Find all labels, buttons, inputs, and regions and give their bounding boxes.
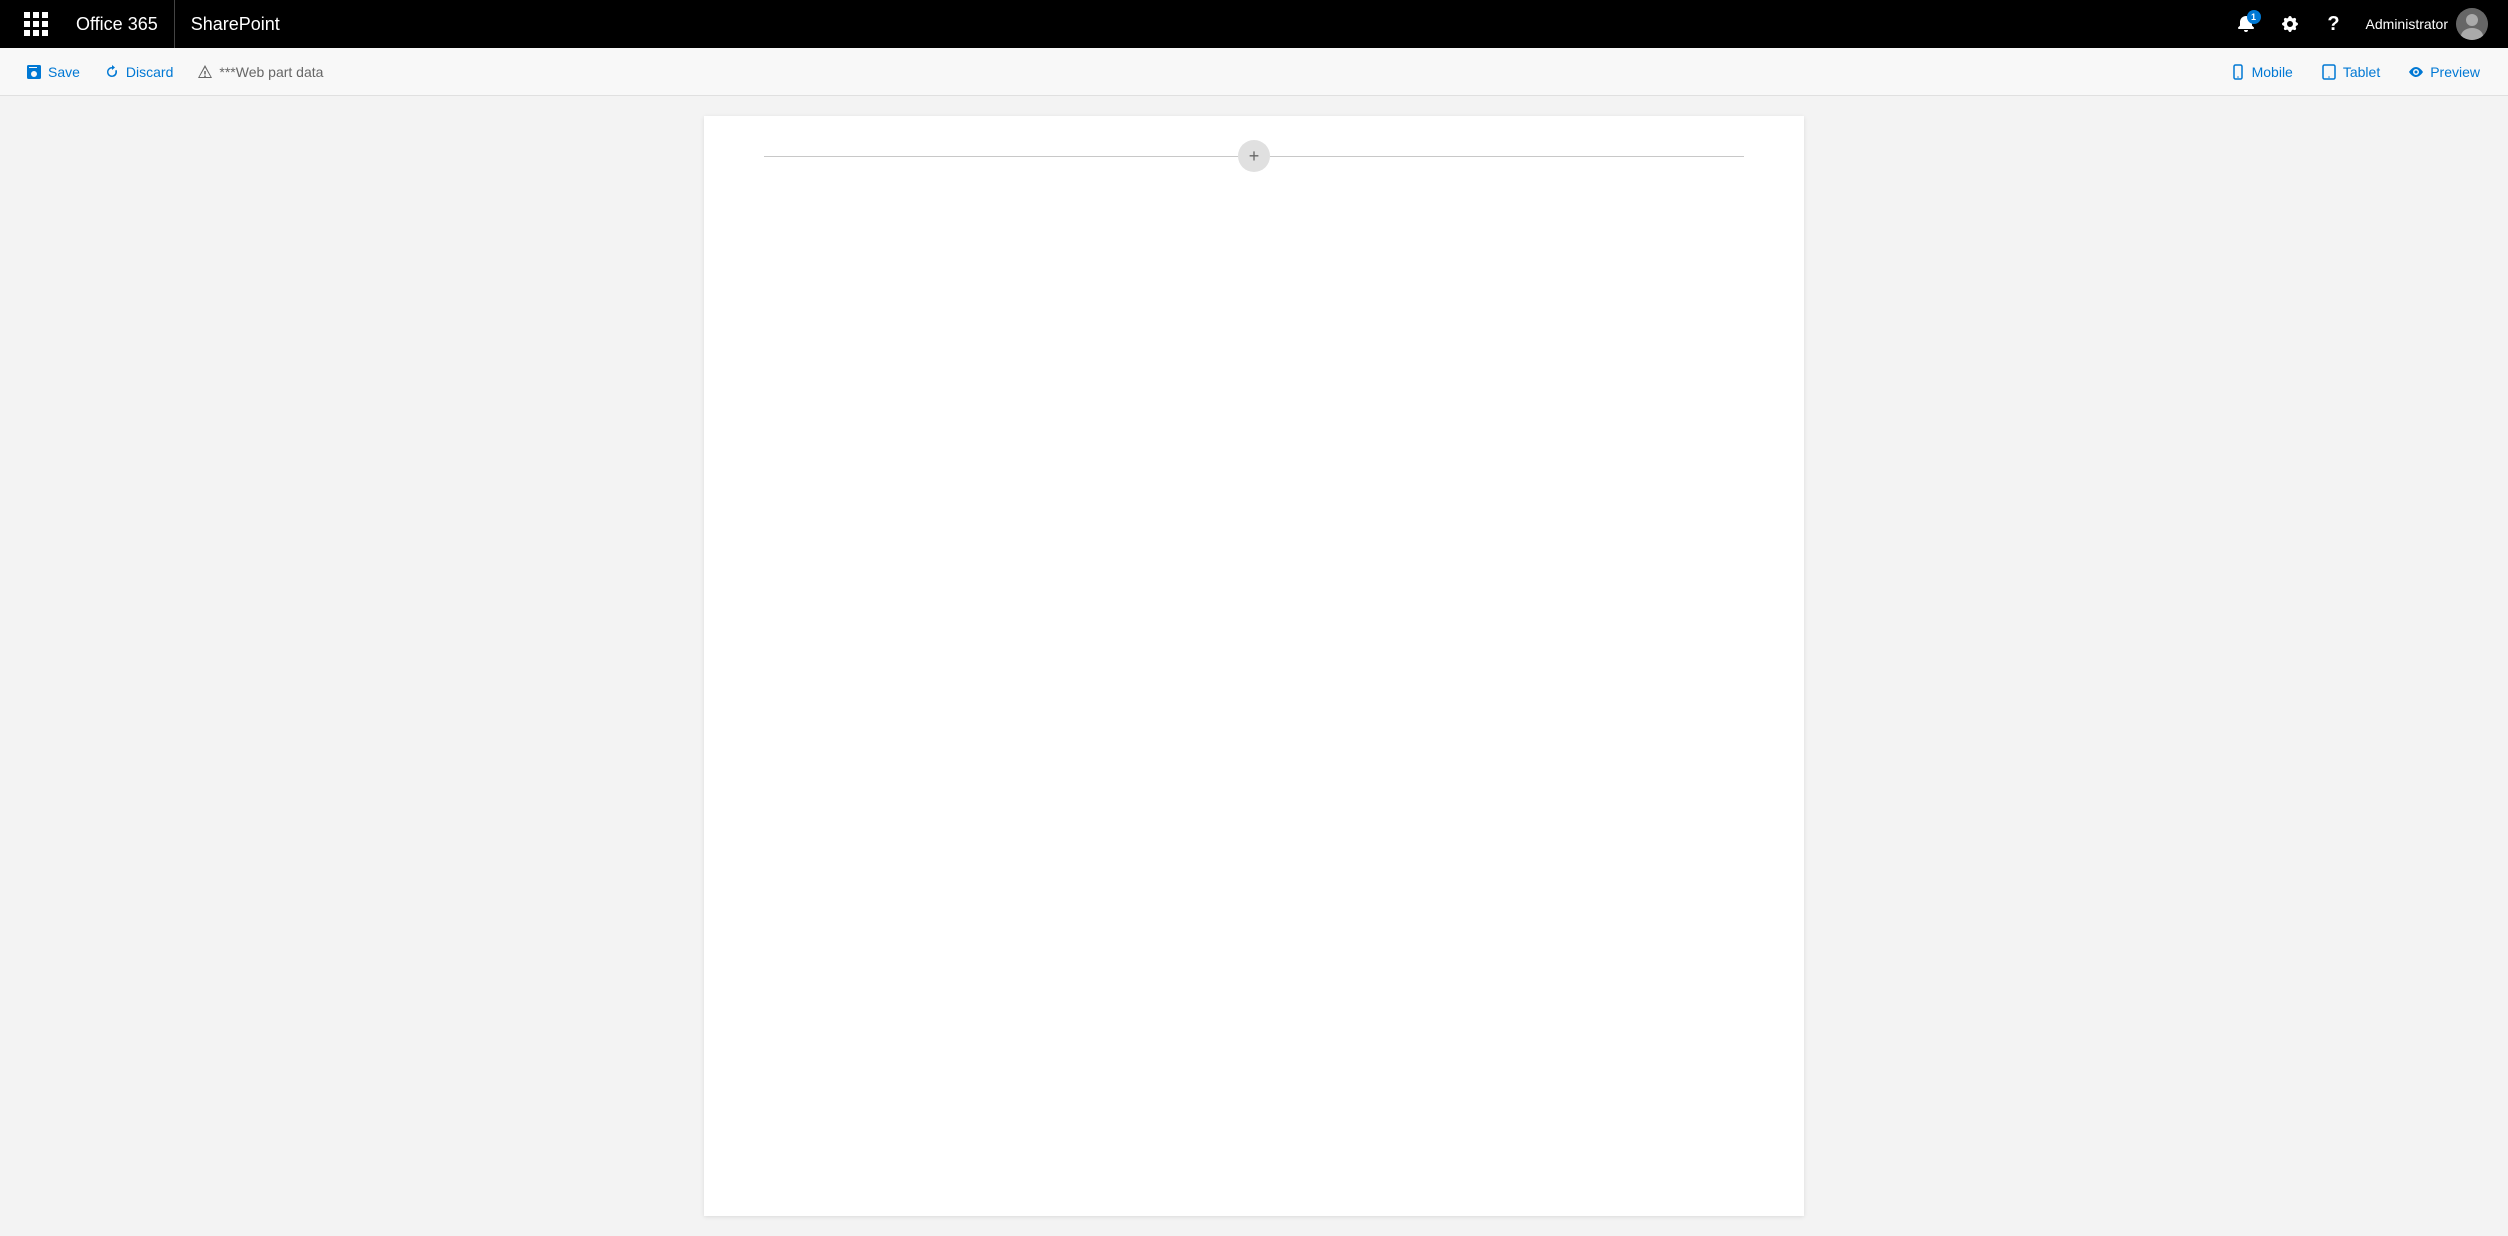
discard-button[interactable]: Discard (94, 58, 183, 86)
add-section-divider: + (764, 140, 1744, 172)
sharepoint-title[interactable]: SharePoint (175, 14, 296, 35)
avatar (2456, 8, 2488, 40)
divider-line-right (1270, 156, 1744, 157)
help-icon: ? (2327, 13, 2339, 36)
settings-button[interactable] (2270, 4, 2310, 44)
help-button[interactable]: ? (2314, 4, 2354, 44)
preview-button[interactable]: Preview (2396, 58, 2492, 86)
tablet-view-button[interactable]: Tablet (2309, 58, 2392, 86)
waffle-menu-button[interactable] (12, 0, 60, 48)
notification-badge: 1 (2247, 10, 2261, 24)
main-content-area: + (0, 96, 2508, 1236)
tablet-icon (2321, 64, 2337, 80)
divider-line-left (764, 156, 1238, 157)
add-section-button[interactable]: + (1238, 140, 1270, 172)
toolbar-view-options: Mobile Tablet Preview (2218, 58, 2492, 86)
top-nav-bar: Office 365 SharePoint 1 ? Administrator (0, 0, 2508, 48)
discard-icon (104, 64, 120, 80)
notification-button[interactable]: 1 (2226, 4, 2266, 44)
office365-title[interactable]: Office 365 (60, 0, 175, 48)
nav-right-section: 1 ? Administrator (2226, 0, 2496, 48)
save-icon (26, 64, 42, 80)
mobile-view-button[interactable]: Mobile (2218, 58, 2305, 86)
warning-icon (197, 64, 213, 80)
waffle-icon (24, 12, 48, 36)
save-button[interactable]: Save (16, 58, 90, 86)
gear-icon (2280, 14, 2300, 34)
mobile-icon (2230, 64, 2246, 80)
user-menu-button[interactable]: Administrator (2358, 0, 2496, 48)
user-name-label: Administrator (2366, 16, 2448, 32)
preview-icon (2408, 64, 2424, 80)
page-canvas: + (704, 116, 1804, 1216)
edit-toolbar: Save Discard ***Web part data Mobile (0, 48, 2508, 96)
web-part-warning: ***Web part data (187, 58, 333, 86)
